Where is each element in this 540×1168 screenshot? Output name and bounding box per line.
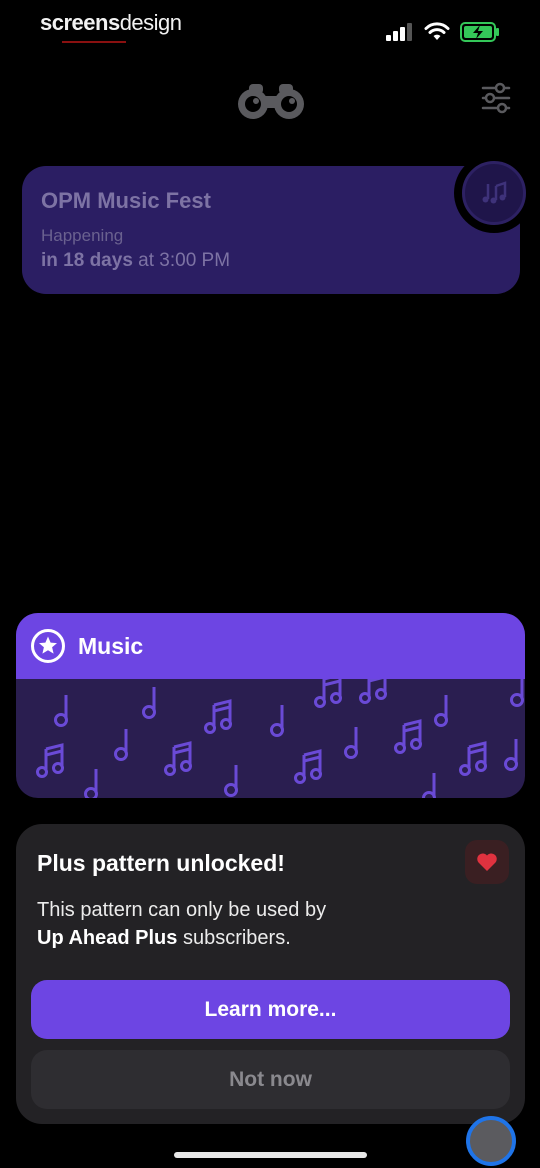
brand-underline bbox=[62, 41, 126, 43]
pattern-preview-card[interactable]: Music bbox=[16, 613, 525, 798]
brand-part1: screens bbox=[40, 10, 120, 35]
learn-more-button[interactable]: Learn more... bbox=[31, 980, 510, 1039]
event-countdown-time: at 3:00 PM bbox=[132, 250, 231, 271]
event-title: OPM Music Fest bbox=[41, 188, 211, 213]
sheet-body-product: Up Ahead Plus bbox=[37, 927, 178, 949]
sheet-body: This pattern can only be used by Up Ahea… bbox=[37, 896, 457, 952]
event-badge[interactable] bbox=[454, 153, 534, 233]
event-countdown: in 18 days at 3:00 PM bbox=[41, 250, 230, 272]
assistive-touch-button[interactable] bbox=[466, 1116, 516, 1166]
sheet-body-rest: subscribers. bbox=[177, 927, 291, 949]
sliders-filter-icon[interactable] bbox=[480, 82, 512, 119]
event-status-label: Happening bbox=[41, 226, 124, 245]
cellular-signal-icon bbox=[386, 23, 412, 41]
music-notes-pattern bbox=[36, 679, 524, 798]
pattern-header: Music bbox=[16, 613, 525, 679]
not-now-button[interactable]: Not now bbox=[31, 1050, 510, 1109]
pattern-title: Music bbox=[78, 632, 144, 659]
heart-icon bbox=[477, 853, 497, 871]
event-badge-inner bbox=[462, 161, 526, 225]
home-indicator[interactable] bbox=[174, 1152, 367, 1158]
screensdesign-watermark: screensdesign bbox=[40, 10, 182, 36]
battery-charging-icon bbox=[460, 22, 499, 42]
star-circle-icon bbox=[31, 629, 65, 663]
wifi-icon bbox=[424, 22, 450, 40]
brand-part2: design bbox=[119, 10, 182, 35]
heart-button[interactable] bbox=[465, 840, 509, 884]
music-notes-icon bbox=[482, 181, 507, 204]
sheet-title: Plus pattern unlocked! bbox=[37, 850, 285, 876]
status-icons bbox=[386, 22, 500, 42]
binoculars-icon[interactable] bbox=[235, 82, 307, 127]
sheet-body-line1: This pattern can only be used by bbox=[37, 899, 327, 921]
event-countdown-days: in 18 days bbox=[41, 250, 133, 271]
